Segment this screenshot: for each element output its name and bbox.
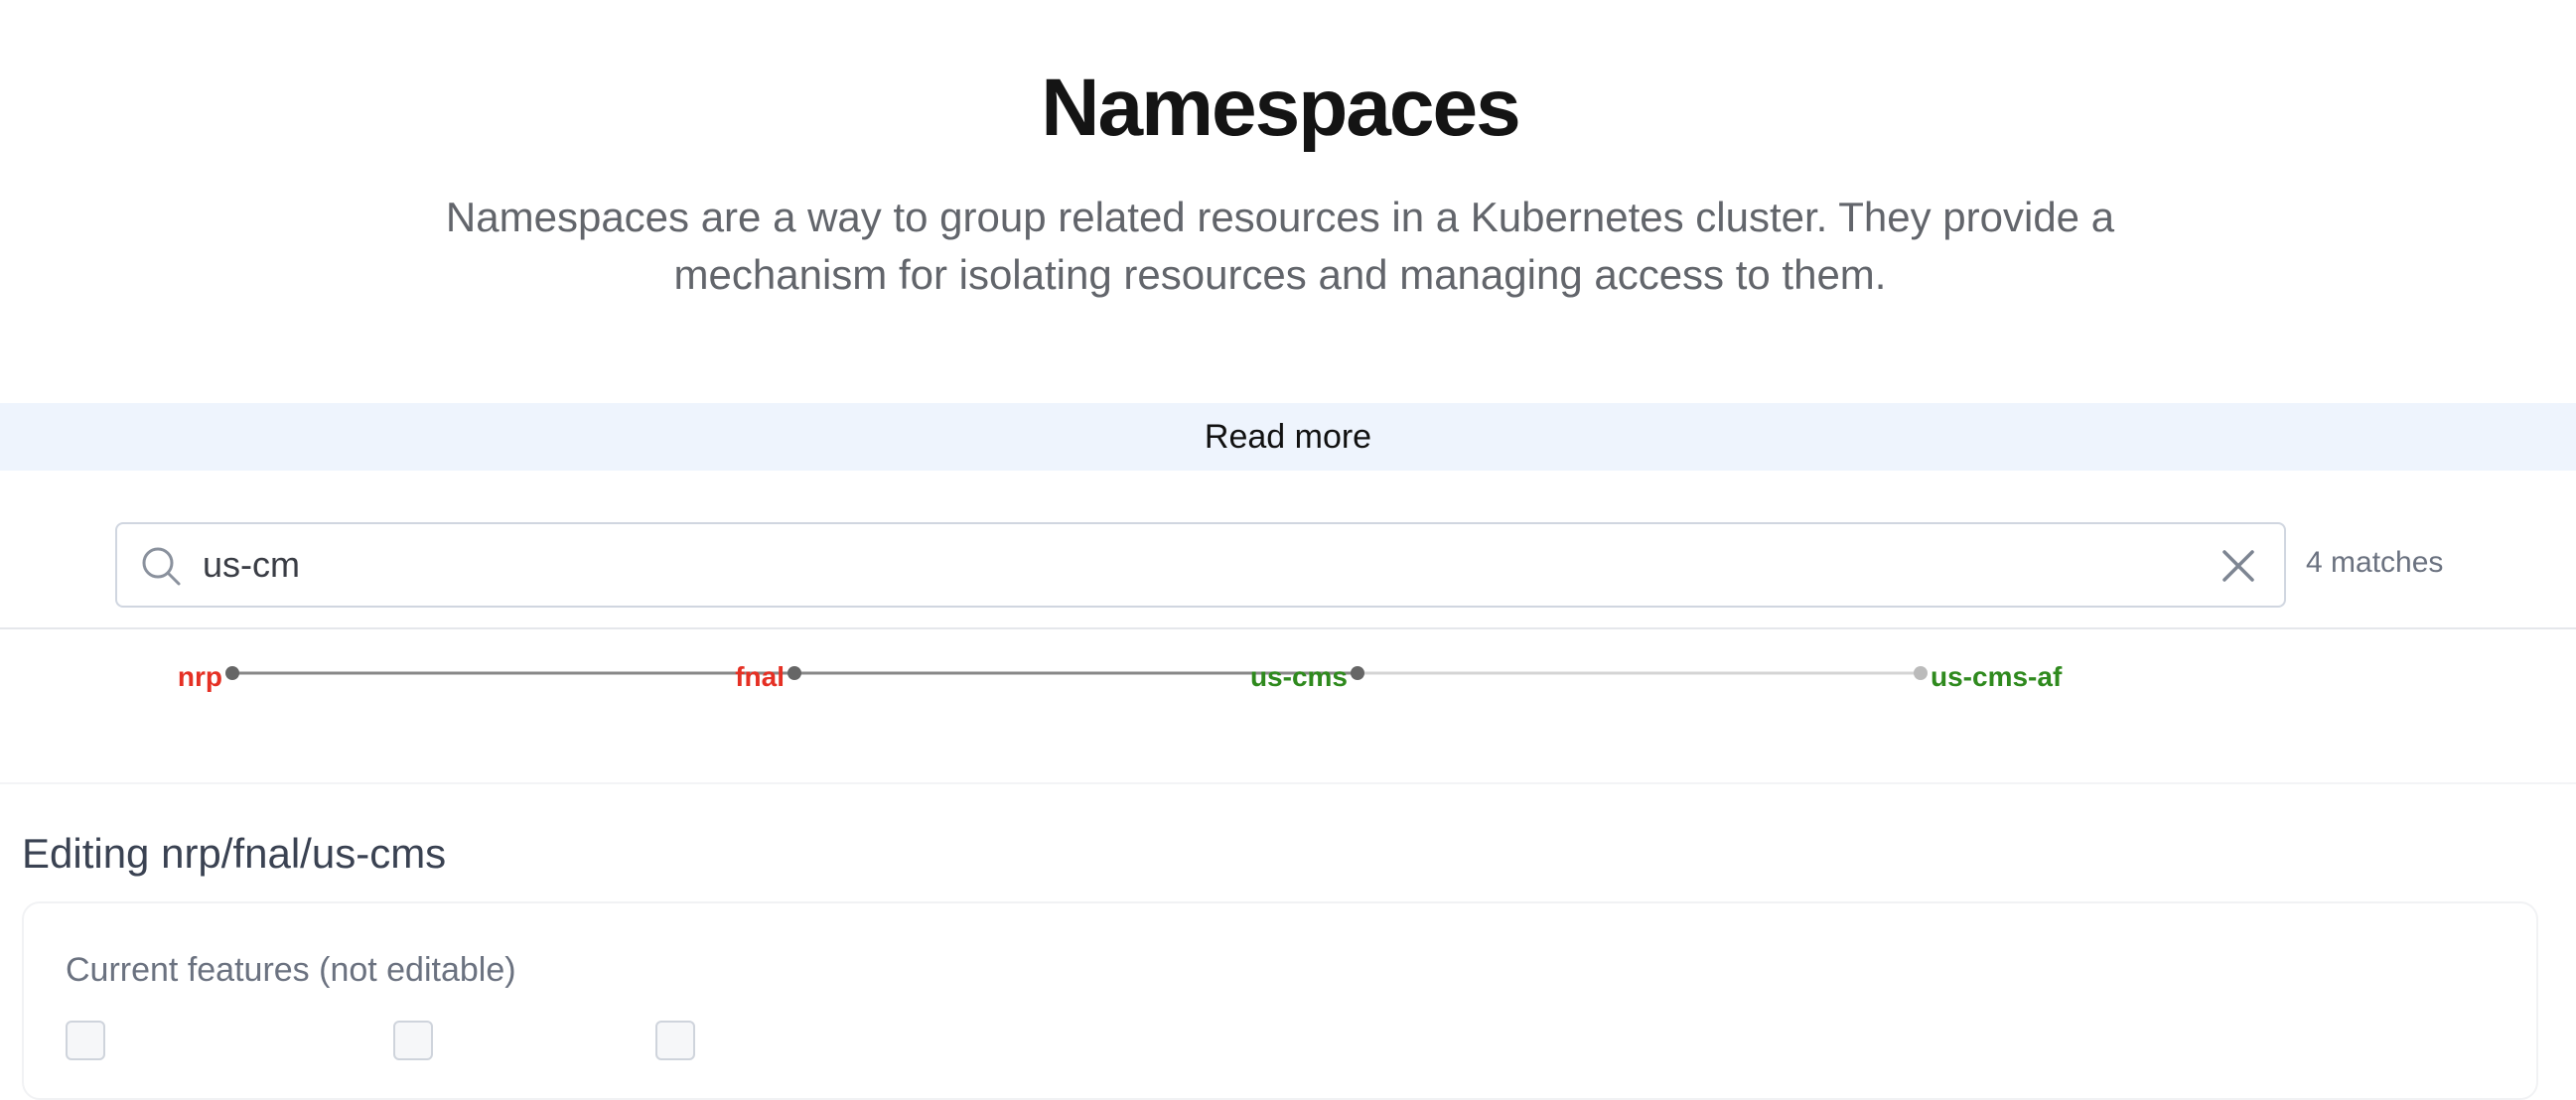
search-input[interactable] — [203, 534, 2189, 596]
match-count: 4 matches — [2306, 546, 2444, 579]
features-card: Current features (not editable) — [22, 901, 2538, 1100]
page-description: Namespaces are a way to group related re… — [445, 194, 2115, 298]
path-node-us-cms[interactable]: us-cms — [1250, 661, 1348, 692]
path-node-nrp[interactable]: nrp — [178, 661, 222, 692]
path-node-dot — [787, 666, 801, 680]
path-node-dot — [1914, 666, 1928, 680]
feature-item — [655, 1021, 705, 1060]
divider — [0, 782, 2576, 784]
path-node-dot — [1351, 666, 1364, 680]
search-icon — [142, 547, 181, 586]
editing-title: Editing nrp/fnal/us-cms — [22, 830, 447, 877]
feature-checkbox — [66, 1021, 105, 1060]
feature-checkbox — [655, 1021, 695, 1060]
page-title: Namespaces — [1041, 63, 1520, 153]
path-node-dot — [225, 666, 239, 680]
search-box — [115, 522, 2286, 608]
read-more-button[interactable]: Read more — [0, 403, 2576, 471]
feature-item — [393, 1021, 443, 1060]
close-icon[interactable] — [2218, 546, 2258, 586]
feature-checkbox — [393, 1021, 433, 1060]
path-node-us-cms-af[interactable]: us-cms-af — [1931, 661, 2063, 692]
divider — [0, 627, 2576, 629]
namespace-path: nrp fnal us-cms us-cms-af — [178, 661, 2063, 692]
feature-item — [66, 1021, 115, 1060]
path-node-fnal[interactable]: fnal — [735, 661, 785, 692]
current-features-label: Current features (not editable) — [66, 951, 516, 989]
